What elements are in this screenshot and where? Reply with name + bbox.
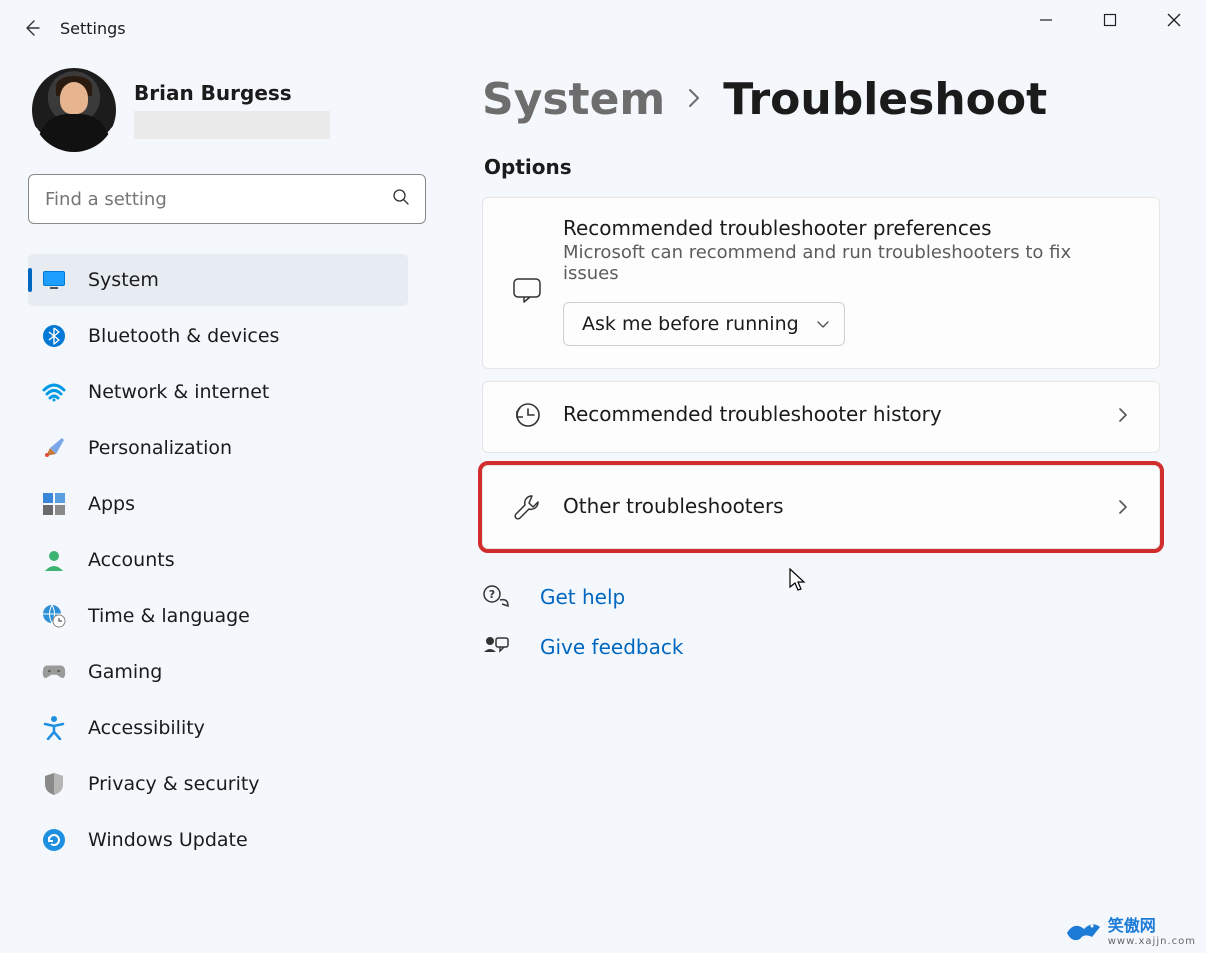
breadcrumb-current: Troubleshoot bbox=[723, 74, 1047, 125]
back-arrow-icon bbox=[22, 18, 42, 38]
maximize-button[interactable] bbox=[1078, 0, 1142, 40]
sidebar-item-network[interactable]: Network & internet bbox=[28, 366, 408, 418]
globe-clock-icon bbox=[42, 604, 66, 628]
sidebar-item-label: Accounts bbox=[88, 549, 175, 571]
sidebar-item-label: Apps bbox=[88, 493, 135, 515]
help-link-label: Get help bbox=[540, 585, 625, 609]
chevron-down-icon bbox=[816, 313, 830, 335]
accessibility-icon bbox=[42, 716, 66, 740]
sidebar-item-accessibility[interactable]: Accessibility bbox=[28, 702, 408, 754]
apps-icon bbox=[42, 492, 66, 516]
app-title: Settings bbox=[60, 19, 126, 38]
maximize-icon bbox=[1103, 13, 1117, 27]
card-title: Other troubleshooters bbox=[563, 494, 1109, 518]
sidebar-item-gaming[interactable]: Gaming bbox=[28, 646, 408, 698]
watermark: 笑傲网 www.xajjn.com bbox=[1062, 912, 1196, 947]
card-troubleshooter-history[interactable]: Recommended troubleshooter history bbox=[482, 381, 1160, 453]
help-link-label: Give feedback bbox=[540, 635, 683, 659]
display-icon bbox=[42, 268, 66, 292]
brush-icon bbox=[42, 436, 66, 460]
profile-name: Brian Burgess bbox=[134, 81, 330, 105]
wrench-icon bbox=[505, 492, 549, 522]
card-desc: Microsoft can recommend and run troubles… bbox=[563, 242, 1127, 284]
sidebar-item-label: Windows Update bbox=[88, 829, 248, 851]
sidebar-item-windows-update[interactable]: Windows Update bbox=[28, 814, 408, 866]
breadcrumb: System Troubleshoot bbox=[482, 74, 1160, 125]
section-heading: Options bbox=[484, 155, 1160, 179]
chat-icon bbox=[505, 275, 549, 305]
sidebar-item-label: System bbox=[88, 269, 159, 291]
minimize-icon bbox=[1039, 13, 1053, 27]
sidebar-item-system[interactable]: System bbox=[28, 254, 408, 306]
sidebar-item-label: Network & internet bbox=[88, 381, 269, 403]
sidebar-item-time[interactable]: Time & language bbox=[28, 590, 408, 642]
watermark-logo-icon bbox=[1062, 915, 1102, 945]
profile-block[interactable]: Brian Burgess bbox=[32, 68, 408, 152]
search-icon bbox=[392, 188, 410, 210]
minimize-button[interactable] bbox=[1014, 0, 1078, 40]
person-icon bbox=[42, 548, 66, 572]
close-icon bbox=[1167, 13, 1181, 27]
get-help-link[interactable]: ? Get help bbox=[482, 583, 1160, 611]
close-button[interactable] bbox=[1142, 0, 1206, 40]
chevron-right-icon bbox=[1109, 406, 1137, 424]
sidebar-item-label: Personalization bbox=[88, 437, 232, 459]
watermark-text: 笑傲网 bbox=[1108, 916, 1156, 935]
shield-icon bbox=[42, 772, 66, 796]
card-title: Recommended troubleshooter history bbox=[563, 402, 1109, 426]
sidebar-item-label: Accessibility bbox=[88, 717, 205, 739]
card-title: Recommended troubleshooter preferences bbox=[563, 216, 1127, 240]
sidebar-item-label: Bluetooth & devices bbox=[88, 325, 279, 347]
wifi-icon bbox=[42, 380, 66, 404]
sidebar-item-label: Time & language bbox=[88, 605, 250, 627]
preferences-dropdown[interactable]: Ask me before running bbox=[563, 302, 845, 346]
update-icon bbox=[42, 828, 66, 852]
card-troubleshooter-preferences: Recommended troubleshooter preferences M… bbox=[482, 197, 1160, 369]
profile-email-redacted bbox=[134, 111, 330, 139]
give-feedback-link[interactable]: Give feedback bbox=[482, 633, 1160, 661]
sidebar-item-label: Gaming bbox=[88, 661, 162, 683]
svg-text:?: ? bbox=[489, 588, 495, 601]
sidebar-item-accounts[interactable]: Accounts bbox=[28, 534, 408, 586]
chevron-right-icon bbox=[685, 86, 703, 114]
dropdown-value: Ask me before running bbox=[582, 313, 799, 335]
search-input[interactable] bbox=[28, 174, 426, 224]
sidebar-item-label: Privacy & security bbox=[88, 773, 260, 795]
history-icon bbox=[505, 400, 549, 430]
search-box[interactable] bbox=[28, 174, 426, 224]
sidebar-item-bluetooth[interactable]: Bluetooth & devices bbox=[28, 310, 408, 362]
sidebar-item-apps[interactable]: Apps bbox=[28, 478, 408, 530]
avatar bbox=[32, 68, 116, 152]
gamepad-icon bbox=[42, 660, 66, 684]
bluetooth-icon bbox=[42, 324, 66, 348]
sidebar-item-personalization[interactable]: Personalization bbox=[28, 422, 408, 474]
breadcrumb-parent[interactable]: System bbox=[482, 74, 665, 125]
sidebar-item-privacy[interactable]: Privacy & security bbox=[28, 758, 408, 810]
watermark-url: www.xajjn.com bbox=[1108, 936, 1196, 947]
card-other-troubleshooters[interactable]: Other troubleshooters bbox=[482, 465, 1160, 549]
feedback-icon bbox=[482, 633, 510, 661]
chevron-right-icon bbox=[1109, 498, 1137, 516]
back-button[interactable] bbox=[8, 4, 56, 52]
help-icon: ? bbox=[482, 583, 510, 611]
